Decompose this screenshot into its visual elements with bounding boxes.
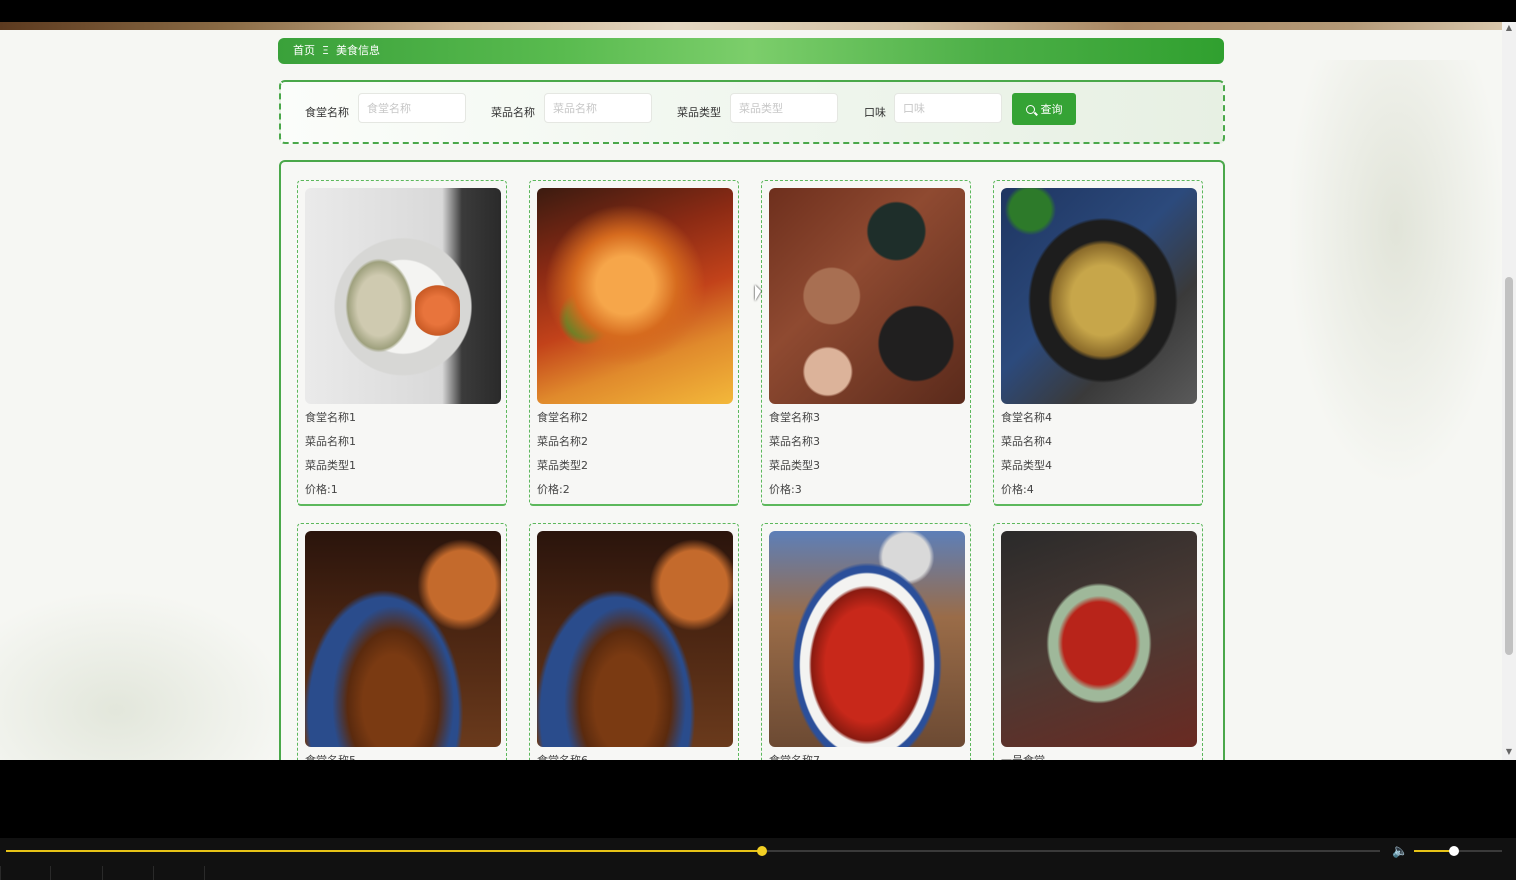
dish-name: 菜品名称1	[305, 435, 356, 448]
canteen-name: 食堂名称4	[1001, 411, 1052, 424]
search-button-label: 查询	[1040, 103, 1063, 116]
search-button[interactable]: 查询	[1012, 93, 1076, 125]
background-floral-right	[1290, 60, 1502, 480]
header-banner-edge	[0, 22, 1502, 30]
food-card[interactable]: 食堂名称3 菜品名称3 菜品类型3 价格:3	[761, 180, 971, 506]
food-image[interactable]	[769, 188, 965, 404]
canteen-name: 一号食堂	[1001, 752, 1045, 760]
food-card[interactable]: 食堂名称6	[529, 523, 739, 760]
dish-type: 菜品类型3	[769, 459, 820, 472]
player-control-slot[interactable]	[204, 866, 255, 880]
player-control-slot[interactable]	[50, 866, 101, 880]
canteen-name: 食堂名称3	[769, 411, 820, 424]
dish-name: 菜品名称3	[769, 435, 820, 448]
food-image[interactable]	[537, 531, 733, 747]
food-card[interactable]: 一号食堂	[993, 523, 1203, 760]
food-card[interactable]: 食堂名称2 菜品名称2 菜品类型2 价格:2	[529, 180, 739, 506]
dish-price: 价格:4	[1001, 483, 1034, 496]
speaker-icon[interactable]: 🔈	[1392, 844, 1408, 859]
food-image[interactable]	[537, 188, 733, 404]
food-card[interactable]: 食堂名称1 菜品名称1 菜品类型1 价格:1	[297, 180, 507, 506]
canteen-name-label: 食堂名称	[305, 106, 349, 119]
food-card[interactable]: 食堂名称4 菜品名称4 菜品类型4 价格:4	[993, 180, 1203, 506]
dish-name-label: 菜品名称	[491, 106, 535, 119]
breadcrumb-current: 美食信息	[336, 44, 380, 57]
canteen-name: 食堂名称5	[305, 752, 356, 760]
volume-handle[interactable]	[1449, 846, 1459, 856]
food-image[interactable]	[305, 188, 501, 404]
player-control-slot[interactable]	[0, 866, 51, 880]
food-card[interactable]: 食堂名称5	[297, 523, 507, 760]
scroll-down-arrow-icon[interactable]: ▼	[1505, 748, 1513, 756]
canteen-name: 食堂名称7	[769, 752, 820, 760]
canteen-name-input[interactable]	[358, 93, 466, 123]
food-image[interactable]	[305, 531, 501, 747]
progress-handle[interactable]	[757, 846, 767, 856]
food-image[interactable]	[1001, 531, 1197, 747]
food-image[interactable]	[1001, 188, 1197, 404]
dish-type-input[interactable]	[730, 93, 838, 123]
breadcrumb: 首页 Ξ 美食信息	[278, 38, 1224, 64]
dish-price: 价格:1	[305, 483, 338, 496]
taste-input[interactable]	[894, 93, 1002, 123]
canteen-name: 食堂名称6	[537, 752, 588, 760]
canteen-name: 食堂名称2	[537, 411, 588, 424]
dish-type: 菜品类型2	[537, 459, 588, 472]
progress-fill	[6, 850, 762, 852]
search-icon	[1025, 104, 1035, 114]
player-control-slot[interactable]	[102, 866, 153, 880]
window-top-bar	[0, 0, 1502, 22]
dish-name: 菜品名称2	[537, 435, 588, 448]
food-image[interactable]	[769, 531, 965, 747]
dish-type-label: 菜品类型	[677, 106, 721, 119]
food-grid: 食堂名称1 菜品名称1 菜品类型1 价格:1 食堂名称2 菜品名称2 菜品类型2…	[279, 160, 1225, 760]
dish-price: 价格:3	[769, 483, 802, 496]
search-panel: 食堂名称 菜品名称 菜品类型 口味 查询	[279, 80, 1225, 144]
page-viewport: 首页 Ξ 美食信息 食堂名称 菜品名称 菜品类型 口味 查询 食堂名称1 菜品名…	[0, 30, 1502, 760]
mouse-cursor	[755, 285, 761, 301]
player-control-slot[interactable]	[153, 866, 204, 880]
scroll-up-arrow-icon[interactable]: ▲	[1505, 24, 1513, 32]
breadcrumb-separator: Ξ	[322, 44, 329, 57]
video-player-controls: 🔈	[0, 760, 1516, 880]
volume-fill	[1414, 850, 1454, 852]
breadcrumb-home-link[interactable]: 首页	[293, 38, 315, 64]
scrollbar-thumb[interactable]	[1505, 277, 1513, 655]
dish-name-input[interactable]	[544, 93, 652, 123]
taste-label: 口味	[864, 106, 886, 119]
dish-type: 菜品类型4	[1001, 459, 1052, 472]
dish-name: 菜品名称4	[1001, 435, 1052, 448]
food-card[interactable]: 食堂名称7	[761, 523, 971, 760]
dish-type: 菜品类型1	[305, 459, 356, 472]
page-scrollbar[interactable]: ▲ ▼	[1502, 22, 1516, 760]
canteen-name: 食堂名称1	[305, 411, 356, 424]
dish-price: 价格:2	[537, 483, 570, 496]
food-image-detail	[415, 283, 460, 338]
food-image-detail	[345, 258, 413, 353]
background-floral-left	[0, 590, 290, 760]
